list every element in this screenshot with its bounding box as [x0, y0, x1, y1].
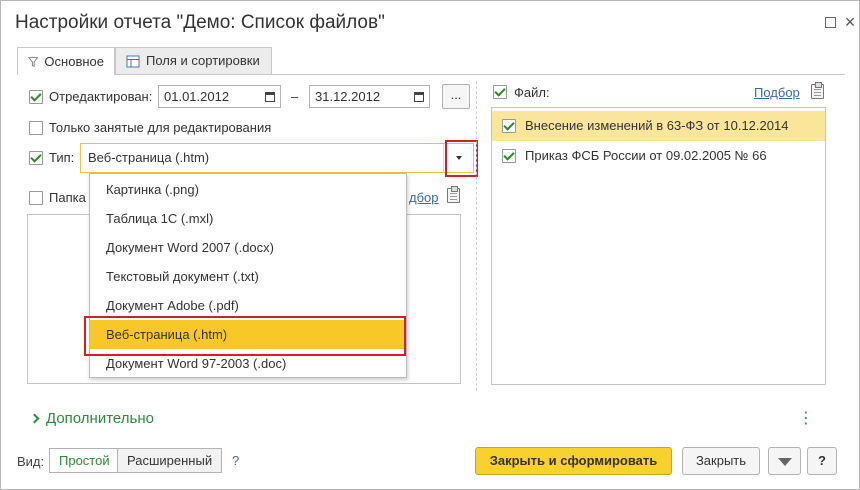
tab-main-label: Основное: [44, 53, 104, 69]
close-icon[interactable]: ×: [841, 13, 859, 31]
additional-label: Дополнительно: [46, 410, 154, 427]
filter-icon: [777, 457, 792, 466]
tab-main[interactable]: Основное: [17, 47, 115, 75]
file-item-text: Приказ ФСБ России от 09.02.2005 № 66: [525, 148, 767, 163]
dropdown-option[interactable]: Документ Word 2007 (.docx): [90, 233, 406, 262]
dropdown-option[interactable]: Текстовый документ (.txt): [90, 262, 406, 291]
busy-only-checkbox[interactable]: [29, 121, 43, 135]
help-button[interactable]: ?: [807, 447, 837, 475]
type-checkbox[interactable]: [29, 151, 43, 165]
edited-checkbox[interactable]: [29, 90, 43, 104]
window-title: Настройки отчета "Демо: Список файлов": [15, 12, 385, 33]
tab-divider: [17, 74, 845, 75]
file-item-checkbox[interactable]: [502, 119, 516, 133]
folder-label: Папка: [49, 190, 86, 205]
view-help-link[interactable]: ?: [232, 453, 239, 468]
calendar-icon: [413, 91, 424, 102]
file-label: Файл:: [514, 85, 550, 100]
date-to-calendar-button[interactable]: [408, 85, 430, 108]
period-select-button[interactable]: ...: [442, 84, 470, 109]
close-and-build-button[interactable]: Закрыть и сформировать: [475, 447, 672, 475]
chevron-right-icon: [29, 413, 40, 424]
filter-icon: [28, 56, 39, 67]
date-from-input[interactable]: 01.01.2012: [158, 85, 260, 108]
list-item[interactable]: Внесение изменений в 63-ФЗ от 10.12.2014: [492, 111, 825, 141]
view-simple-button[interactable]: Простой: [49, 448, 120, 473]
dropdown-option[interactable]: Картинка (.png): [90, 175, 406, 204]
filter-settings-button[interactable]: [768, 447, 801, 475]
file-list[interactable]: Внесение изменений в 63-ФЗ от 10.12.2014…: [491, 107, 826, 385]
type-label: Тип:: [49, 150, 75, 165]
date-from-calendar-button[interactable]: [259, 85, 281, 108]
tab-fields-sorting[interactable]: Поля и сортировки: [115, 47, 272, 74]
file-pick-link[interactable]: Подбор: [754, 85, 800, 100]
tab-fields-sorting-label: Поля и сортировки: [146, 53, 260, 68]
dropdown-option[interactable]: Таблица 1С (.mxl): [90, 204, 406, 233]
file-checkbox[interactable]: [493, 85, 507, 99]
date-range-dash: –: [291, 89, 299, 104]
close-button[interactable]: Закрыть: [682, 447, 760, 475]
file-item-checkbox[interactable]: [502, 149, 516, 163]
highlight-selected-option: [84, 316, 406, 356]
fields-sort-icon: [126, 55, 140, 67]
date-to-input[interactable]: 31.12.2012: [309, 85, 409, 108]
folder-checkbox[interactable]: [29, 191, 43, 205]
file-item-text: Внесение изменений в 63-ФЗ от 10.12.2014: [525, 118, 789, 133]
folder-pick-link[interactable]: дбор: [409, 190, 439, 205]
clipboard-icon[interactable]: [447, 186, 460, 203]
highlight-dropdown-button: [445, 140, 478, 177]
clipboard-icon[interactable]: [811, 82, 824, 99]
list-item[interactable]: Приказ ФСБ России от 09.02.2005 № 66: [492, 141, 825, 171]
busy-only-label: Только занятые для редактирования: [49, 120, 272, 135]
type-combobox[interactable]: Веб-страница (.htm): [80, 143, 474, 173]
view-label: Вид:: [17, 454, 45, 469]
additional-section-toggle[interactable]: Дополнительно: [29, 410, 154, 427]
report-settings-window: Настройки отчета "Демо: Список файлов" ⋮…: [0, 0, 860, 490]
edited-label: Отредактирован:: [49, 89, 153, 104]
more-actions-icon[interactable]: ⋮: [798, 410, 816, 428]
maximize-icon[interactable]: [821, 13, 839, 31]
column-separator: [476, 81, 477, 391]
view-extended-button[interactable]: Расширенный: [117, 448, 223, 473]
type-combobox-value: Веб-страница (.htm): [88, 150, 210, 165]
calendar-icon: [264, 91, 275, 102]
